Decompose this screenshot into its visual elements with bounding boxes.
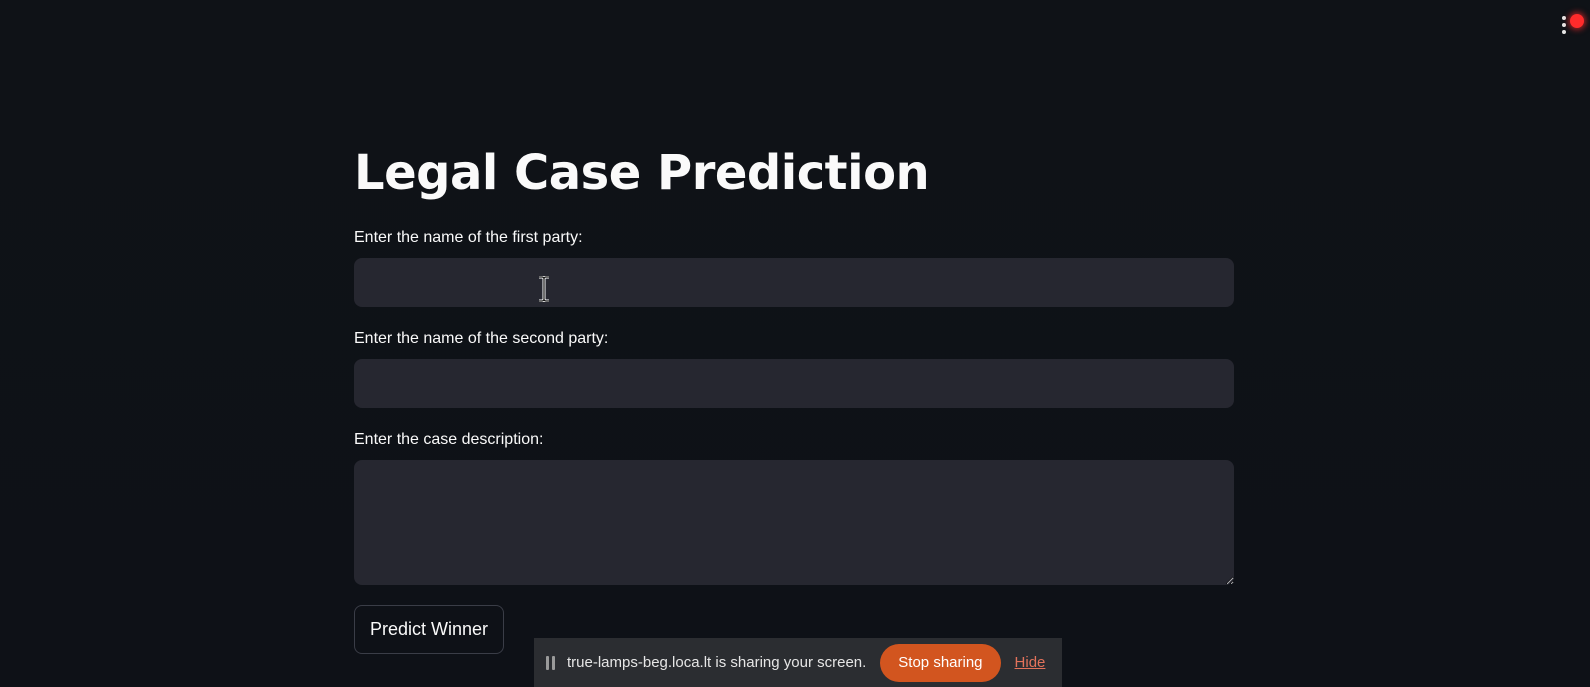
app-page: Legal Case Prediction Enter the name of … xyxy=(0,0,1590,687)
first-party-input[interactable] xyxy=(354,258,1234,307)
second-party-label: Enter the name of the second party: xyxy=(354,330,609,347)
stop-sharing-button[interactable]: Stop sharing xyxy=(880,643,1001,682)
drag-grip-icon[interactable] xyxy=(546,655,555,670)
case-description-label: Enter the case description: xyxy=(354,431,544,448)
text-cursor-icon xyxy=(539,276,549,302)
menu-dot xyxy=(1562,30,1566,34)
menu-dot xyxy=(1562,16,1566,20)
screen-share-bar: true-lamps-beg.loca.lt is sharing your s… xyxy=(534,638,1062,687)
page-title: Legal Case Prediction xyxy=(354,145,930,201)
predict-winner-button[interactable]: Predict Winner xyxy=(354,605,505,654)
first-party-label: Enter the name of the first party: xyxy=(354,229,583,246)
main-content: Legal Case Prediction Enter the name of … xyxy=(354,140,1234,654)
share-message: true-lamps-beg.loca.lt is sharing your s… xyxy=(567,654,867,671)
recording-indicator-icon xyxy=(1570,14,1584,28)
menu-dot xyxy=(1562,23,1566,27)
hide-link[interactable]: Hide xyxy=(1015,654,1046,671)
second-party-input[interactable] xyxy=(354,359,1234,408)
case-description-textarea[interactable] xyxy=(354,460,1234,585)
